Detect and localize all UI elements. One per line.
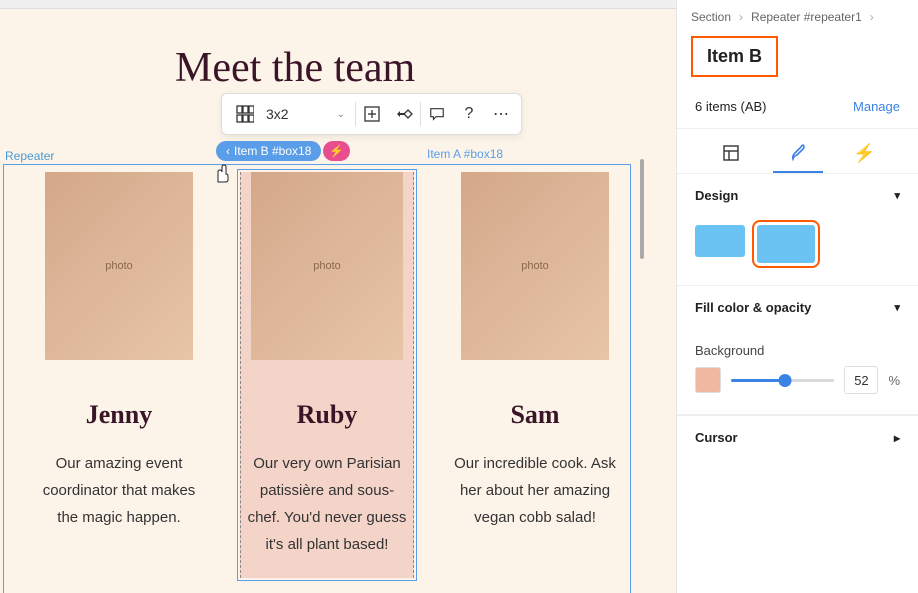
card-name: Ruby [297, 400, 358, 430]
chevron-left-icon: ‹ [226, 144, 230, 158]
canvas-top-bar [0, 0, 676, 9]
card-image: photo [45, 172, 193, 360]
preset-swatch-1[interactable] [695, 225, 745, 257]
fill-section-header[interactable]: Fill color & opacity ▾ [677, 286, 918, 329]
breadcrumb-repeater[interactable]: Repeater #repeater1 [751, 10, 862, 24]
team-card-jenny[interactable]: photo Jenny Our amazing event coordinato… [32, 172, 206, 578]
design-section-header[interactable]: Design ▾ [677, 174, 918, 217]
hand-cursor-icon [213, 164, 231, 189]
page-heading: Meet the team [175, 44, 415, 92]
breadcrumb-section[interactable]: Section [691, 10, 731, 24]
chevron-right-icon: › [739, 10, 743, 24]
card-name: Sam [510, 400, 559, 430]
page-content: Meet the team 3x2 ⌄ ? ⋯ [0, 9, 676, 593]
breadcrumb: Section › Repeater #repeater1 › [677, 0, 918, 34]
percent-sign: % [888, 373, 900, 388]
comment-button[interactable] [421, 98, 453, 130]
team-card-sam[interactable]: photo Sam Our incredible cook. Ask her a… [448, 172, 622, 578]
tab-interactions[interactable]: ⚡ [840, 141, 890, 173]
manage-link[interactable]: Manage [853, 99, 900, 114]
item-tags: ‹ Item B #box18 ⚡ [216, 141, 350, 161]
caret-down-icon: ▾ [894, 301, 900, 314]
animation-button[interactable] [388, 98, 420, 130]
canvas-scrollbar[interactable] [640, 159, 644, 259]
add-box-icon [363, 105, 381, 123]
chevron-down-icon: ⌄ [337, 109, 345, 120]
bolt-tag[interactable]: ⚡ [323, 141, 350, 161]
cursor-label: Cursor [695, 430, 738, 445]
selected-item-tag[interactable]: ‹ Item B #box18 [216, 141, 321, 161]
items-count: 6 items (AB) [695, 99, 767, 114]
tab-layout[interactable] [706, 141, 756, 173]
grid-selector[interactable]: 3x2 ⌄ [226, 101, 355, 127]
add-item-button[interactable] [356, 98, 388, 130]
design-label: Design [695, 188, 738, 203]
grid-value: 3x2 [266, 106, 289, 122]
preset-swatch-2-selected[interactable] [757, 225, 815, 263]
opacity-slider[interactable] [731, 379, 834, 382]
repeater-toolbar: 3x2 ⌄ ? ⋯ [221, 93, 522, 135]
card-image: photo [461, 172, 609, 360]
items-summary: 6 items (AB) Manage [677, 93, 918, 129]
item-title: Item B [707, 46, 762, 67]
card-description: Our very own Parisian patissière and sou… [241, 450, 413, 558]
opacity-input[interactable]: 52 [844, 366, 878, 394]
question-icon: ? [465, 105, 474, 123]
cursor-section-header[interactable]: Cursor ▸ [677, 416, 918, 459]
layout-icon [722, 144, 740, 162]
caret-right-icon: ▸ [894, 431, 900, 445]
more-icon: ⋯ [493, 104, 509, 124]
card-image: photo [251, 172, 403, 360]
panel-tabs: ⚡ [677, 129, 918, 174]
fill-label: Fill color & opacity [695, 300, 811, 315]
item-title-highlight: Item B [691, 36, 778, 77]
tag-label: Item B #box18 [234, 144, 311, 158]
brush-icon [789, 143, 807, 161]
grid-icon [236, 105, 254, 123]
more-button[interactable]: ⋯ [485, 98, 517, 130]
tab-design[interactable] [773, 141, 823, 173]
chevron-right-icon: › [870, 10, 874, 24]
editor-canvas: Meet the team 3x2 ⌄ ? ⋯ [0, 0, 676, 593]
repeater-label[interactable]: Repeater [5, 149, 54, 163]
card-name: Jenny [86, 400, 152, 430]
slider-thumb[interactable] [778, 374, 791, 387]
diamond-arrow-icon [395, 105, 413, 123]
background-controls: 52 % [677, 366, 918, 414]
background-color-swatch[interactable] [695, 367, 721, 393]
help-button[interactable]: ? [453, 98, 485, 130]
properties-panel: Section › Repeater #repeater1 › Item B 6… [676, 0, 918, 593]
bolt-icon: ⚡ [329, 144, 344, 158]
item-a-label[interactable]: Item A #box18 [427, 147, 503, 161]
design-presets [677, 217, 918, 285]
chat-icon [429, 106, 445, 122]
card-description: Our amazing event coordinator that makes… [32, 450, 206, 531]
caret-down-icon: ▾ [894, 189, 900, 202]
team-card-ruby[interactable]: photo Ruby Our very own Parisian patissi… [240, 172, 414, 578]
team-cards: photo Jenny Our amazing event coordinato… [32, 172, 622, 578]
background-label: Background [677, 329, 918, 366]
bolt-icon: ⚡ [853, 143, 875, 164]
card-description: Our incredible cook. Ask her about her a… [448, 450, 622, 531]
